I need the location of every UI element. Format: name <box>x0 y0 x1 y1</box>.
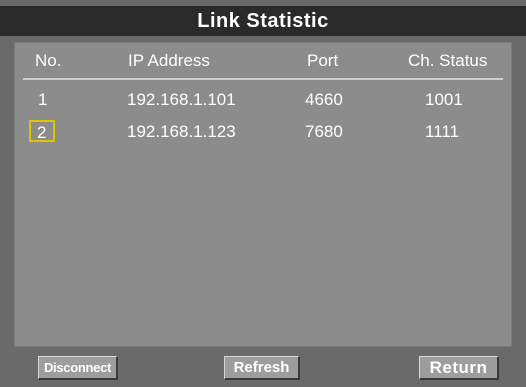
column-header-port: Port <box>307 51 339 70</box>
column-header-no: No. <box>35 51 62 70</box>
row-ip-address: 192.168.1.101 <box>127 90 236 109</box>
return-button[interactable]: Return <box>419 356 499 380</box>
table-header: No. IP Address Port Ch. Status <box>15 43 511 77</box>
title-bar: Link Statistic <box>0 6 526 36</box>
row-number: 1 <box>38 90 48 109</box>
row-number: 2 <box>37 123 47 142</box>
table-row[interactable]: 1 192.168.1.101 4660 1001 <box>15 88 511 114</box>
disconnect-button[interactable]: Disconnect <box>38 356 118 380</box>
row-ip-address: 192.168.1.123 <box>127 122 236 141</box>
column-header-ip-address: IP Address <box>128 51 210 70</box>
row-selection-highlight: 2 <box>29 120 55 142</box>
row-port: 7680 <box>305 122 343 141</box>
row-ch-status: 1111 <box>425 122 460 141</box>
link-table-panel: No. IP Address Port Ch. Status 1 192.168… <box>14 42 512 347</box>
column-header-ch-status: Ch. Status <box>408 51 488 70</box>
refresh-button[interactable]: Refresh <box>224 356 300 380</box>
row-port: 4660 <box>305 90 343 109</box>
window-title: Link Statistic <box>197 9 329 32</box>
link-statistic-window: Link Statistic No. IP Address Port Ch. S… <box>0 0 526 387</box>
header-divider <box>23 78 503 80</box>
table-row[interactable]: 2 192.168.1.123 7680 1111 <box>15 120 511 146</box>
row-ch-status: 1001 <box>425 90 463 109</box>
